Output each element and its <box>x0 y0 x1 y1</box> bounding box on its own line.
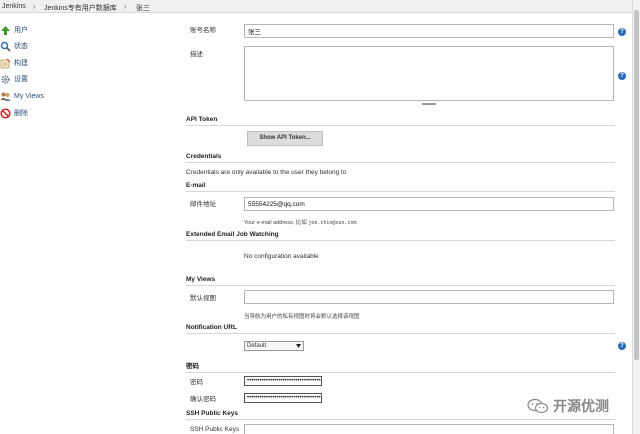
confirm-password-input[interactable]: •••••••••••••••••••••••••••••••••••••• <box>244 393 322 403</box>
sidebar-item-delete[interactable]: 删除 <box>0 107 28 119</box>
breadcrumb-separator: › <box>33 2 36 11</box>
sidebar-item-label: My Views <box>14 92 44 100</box>
sidebar-item-label: 状态 <box>14 43 28 50</box>
email-hint-example: joe.chin@sun.com <box>308 220 357 226</box>
section-email: E-mail <box>186 182 615 192</box>
sidebar-item-label: 构建 <box>14 60 28 67</box>
email-label: 邮件地址 <box>190 201 216 208</box>
sidebar-item-users[interactable]: 用户 <box>0 24 28 36</box>
section-notification-url: Notification URL <box>186 324 615 334</box>
textarea-resize-handle[interactable] <box>422 103 436 105</box>
help-icon[interactable]: ? <box>618 342 626 350</box>
password-input[interactable]: •••••••••••••••••••••••••••••••••••••• <box>244 376 322 386</box>
description-label: 描述 <box>190 51 203 58</box>
account-name-input[interactable] <box>244 24 614 38</box>
confirm-password-label: 确认密码 <box>190 396 216 403</box>
password-label: 密码 <box>190 379 203 386</box>
section-extended-email: Extended Email Job Watching <box>186 231 615 241</box>
breadcrumb: Jenkins › Jenkins专有用户数据库 › 张三 <box>0 0 632 13</box>
sidebar-item-settings[interactable]: 设置 <box>0 73 28 85</box>
vertical-scrollbar[interactable] <box>632 0 640 434</box>
show-api-token-button[interactable]: Show API Token... <box>247 131 323 146</box>
magnifier-icon <box>0 41 11 52</box>
default-view-hint: 当导航为用户的私有视图时将会默认选择该视图 <box>244 314 360 320</box>
breadcrumb-jenkins[interactable]: Jenkins <box>2 3 26 10</box>
watermark: 开源优测 <box>527 396 609 416</box>
section-credentials: Credentials <box>186 153 615 163</box>
ssh-keys-textarea[interactable] <box>244 424 614 434</box>
notepad-icon <box>0 58 11 68</box>
notification-url-select[interactable]: Default <box>244 341 304 351</box>
sidebar-item-my-views[interactable]: My Views <box>0 90 44 102</box>
breadcrumb-separator: › <box>124 2 127 11</box>
help-icon[interactable]: ? <box>618 28 626 36</box>
description-textarea[interactable] <box>244 46 614 101</box>
breadcrumb-user-database[interactable]: Jenkins专有用户数据库 <box>44 3 117 13</box>
notification-url-selected: Default <box>247 343 267 349</box>
sidebar-item-status[interactable]: 状态 <box>0 40 28 52</box>
up-arrow-icon <box>1 25 10 35</box>
sidebar-item-label: 用户 <box>14 27 28 34</box>
email-hint: Your e-mail address, 比如 joe.chin@sun.com <box>244 218 356 226</box>
email-input[interactable] <box>244 197 614 211</box>
email-hint-text: Your e-mail address, 比如 <box>244 220 307 226</box>
ssh-keys-label: SSH Public Keys <box>190 426 240 433</box>
section-password: 密码 <box>186 360 615 373</box>
default-view-input[interactable] <box>244 290 614 304</box>
extended-email-text: No configuration available <box>244 253 319 260</box>
account-name-label: 账号名称 <box>190 27 216 34</box>
gear-icon <box>1 74 10 84</box>
no-entry-icon <box>0 107 11 119</box>
sidebar-item-label: 删除 <box>14 110 28 117</box>
credentials-text: Credentials are only available to the us… <box>186 169 347 176</box>
sidebar-item-build[interactable]: 构建 <box>0 57 28 69</box>
default-view-label: 默认视图 <box>190 295 216 302</box>
wechat-icon <box>527 398 549 414</box>
chevron-down-icon <box>296 344 301 348</box>
sidebar-item-label: 设置 <box>14 76 28 83</box>
section-api-token: API Token <box>186 116 615 126</box>
breadcrumb-user[interactable]: 张三 <box>136 3 150 13</box>
help-icon[interactable]: ? <box>618 72 626 80</box>
scrollbar-thumb[interactable] <box>634 10 639 360</box>
watermark-text: 开源优测 <box>553 399 609 415</box>
section-my-views: My Views <box>186 276 615 286</box>
users-icon <box>0 92 11 101</box>
